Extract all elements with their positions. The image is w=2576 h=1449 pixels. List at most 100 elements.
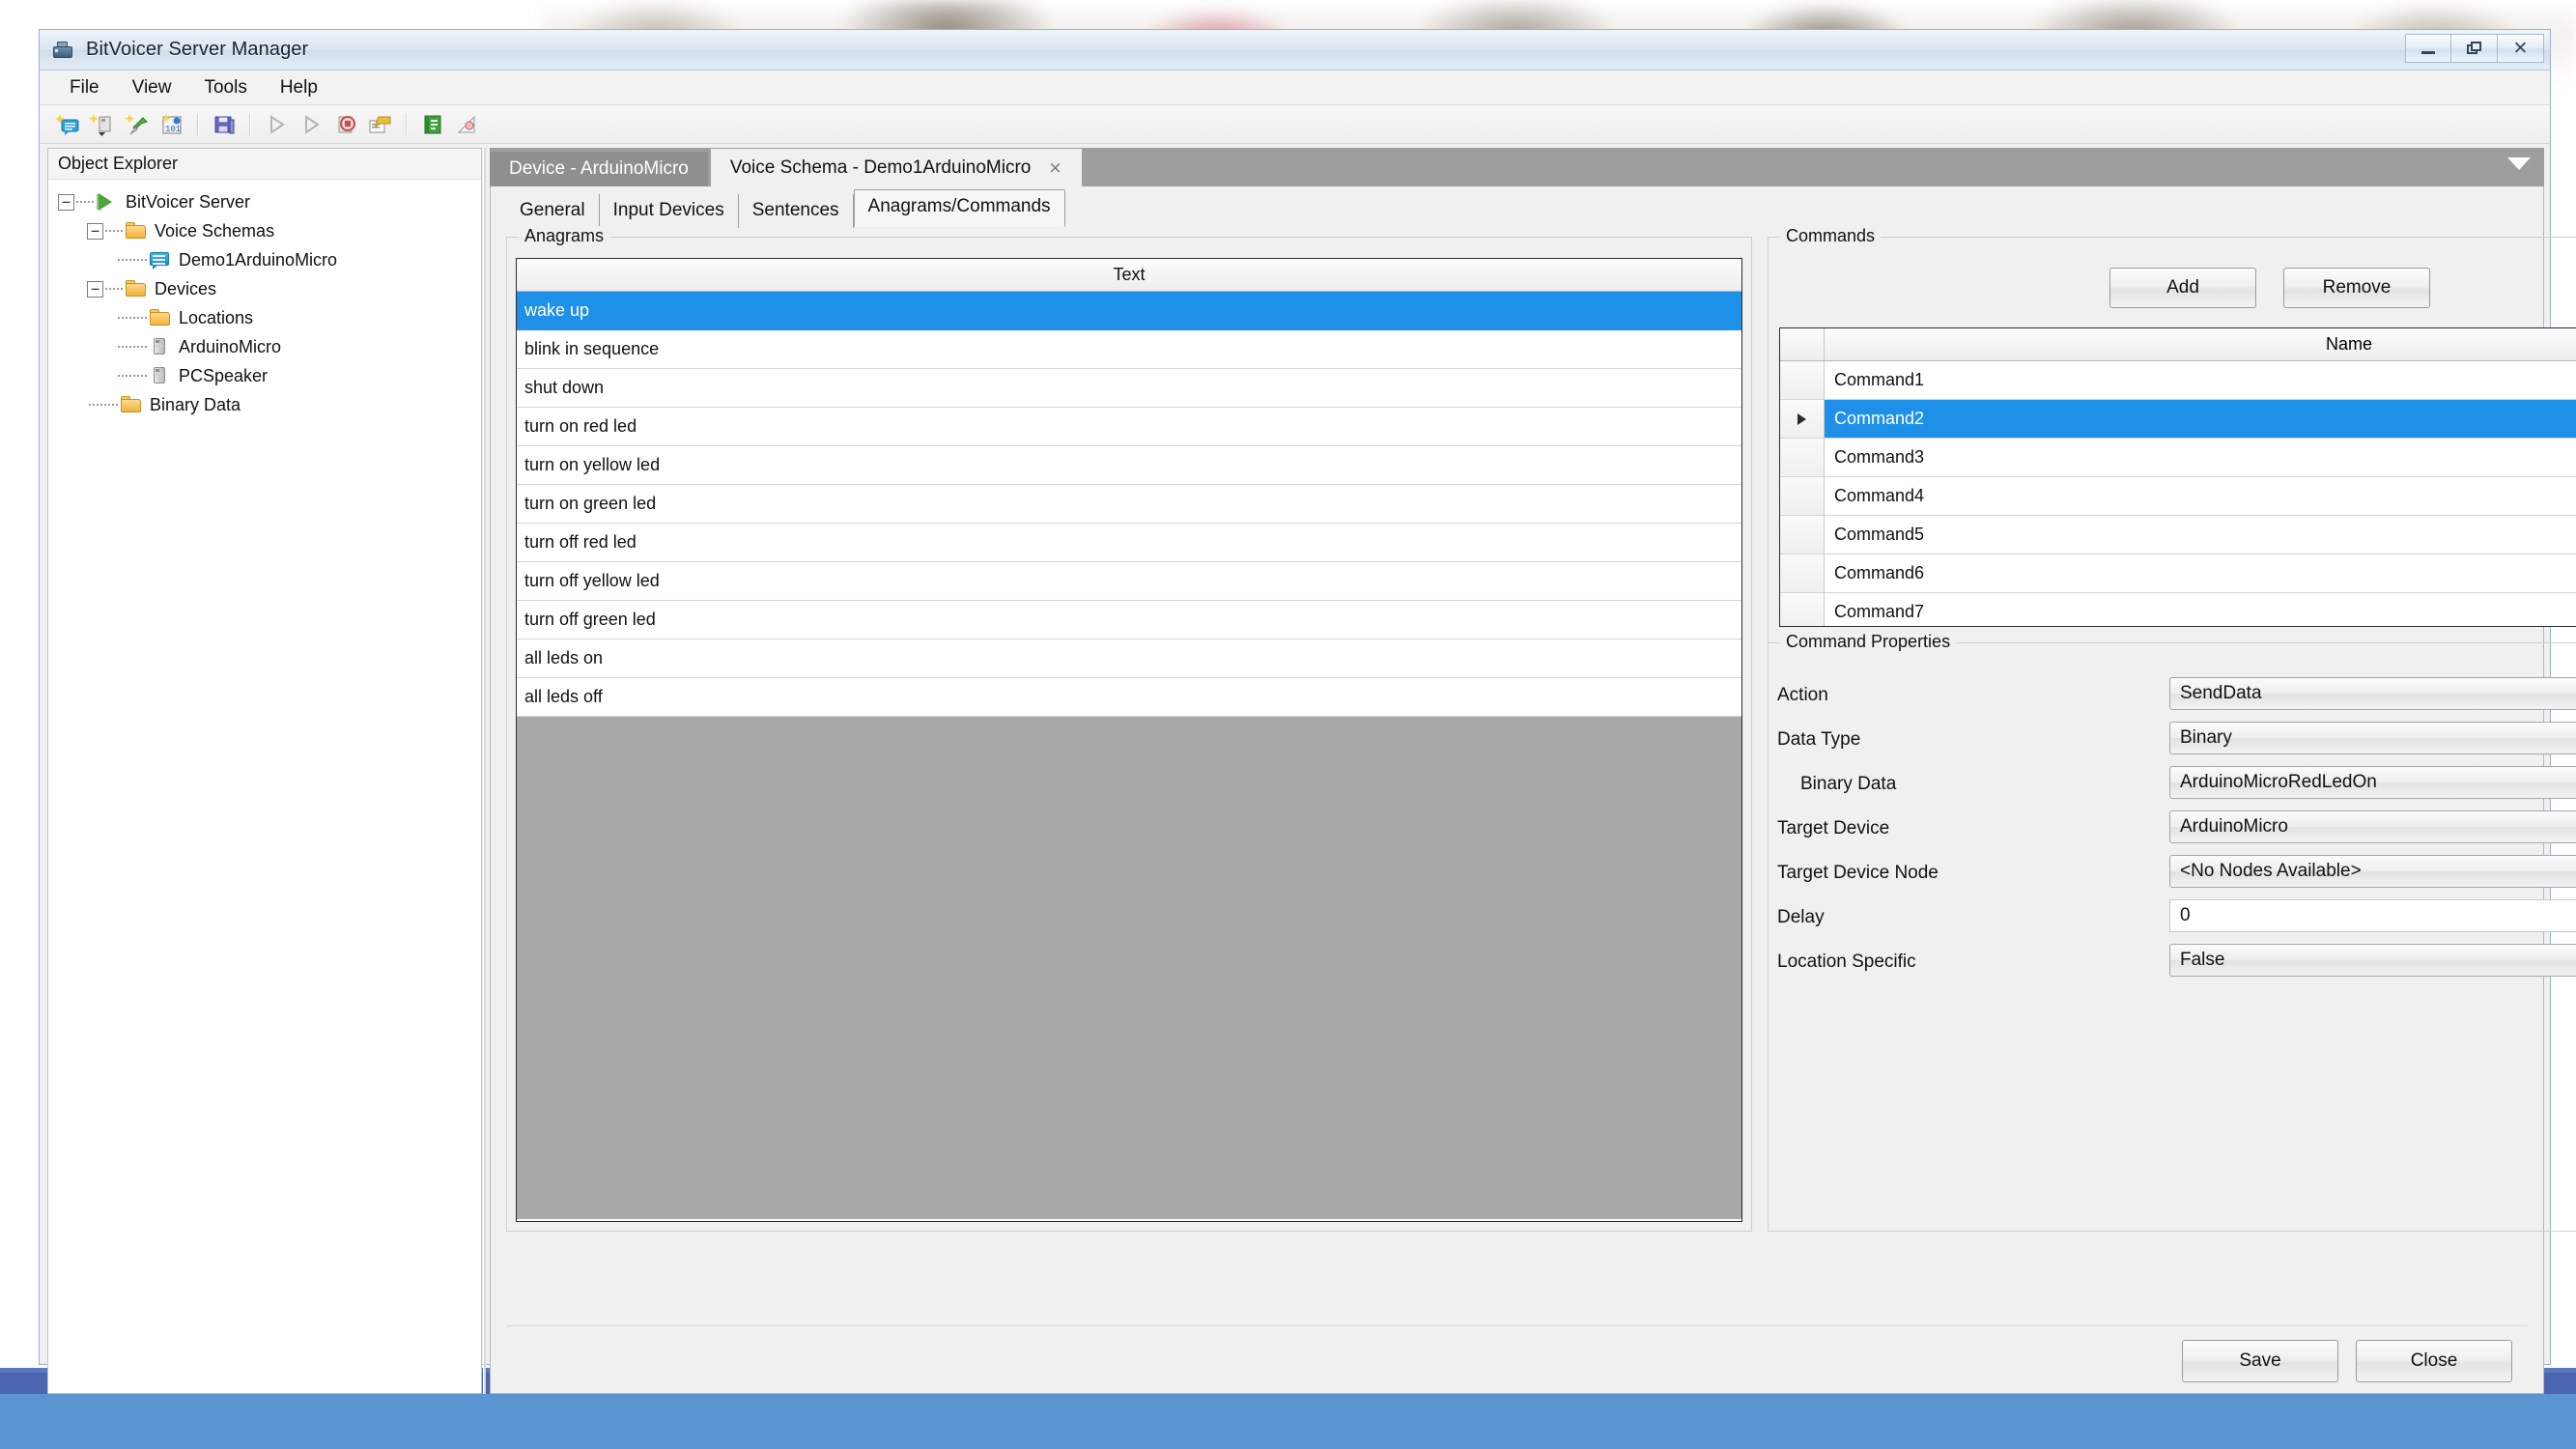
about-button[interactable] (451, 109, 484, 140)
tree-item-bitvoicer-server[interactable]: − BitVoicer Server (58, 187, 481, 216)
anagram-row[interactable]: all leds off (517, 678, 1741, 717)
monitor-button[interactable] (364, 109, 397, 140)
anagram-row[interactable]: turn on yellow led (517, 446, 1741, 485)
property-label: Target Device (1777, 818, 1890, 838)
command-row[interactable]: Command3 (1780, 439, 2576, 477)
stop-icon (338, 115, 355, 132)
tab-general[interactable]: General (506, 194, 600, 228)
save-button-footer[interactable]: Save (2182, 1340, 2338, 1382)
command-name[interactable]: Command6 (1825, 554, 2576, 592)
command-name[interactable]: Command1 (1825, 361, 2576, 399)
command-row[interactable]: Command7 (1780, 593, 2576, 626)
commands-grid[interactable]: Name Command1 Command2 Command3 Command4… (1779, 327, 2576, 627)
anagram-row[interactable]: blink in sequence (517, 330, 1741, 369)
command-name[interactable]: Command7 (1825, 593, 2576, 626)
close-icon[interactable]: × (1048, 158, 1062, 178)
minimize-button[interactable] (2405, 34, 2451, 63)
command-name[interactable]: Command5 (1825, 516, 2576, 554)
add-command-button[interactable]: Add (2109, 268, 2256, 308)
save-button[interactable] (208, 109, 241, 140)
tree-item-binary-data[interactable]: Binary Data (58, 390, 481, 419)
tree-item-pcspeaker[interactable]: PCSpeaker (58, 361, 481, 390)
menu-item-help[interactable]: Help (266, 72, 332, 103)
tab-sentences[interactable]: Sentences (739, 194, 854, 228)
action-combobox[interactable]: SendData (2169, 677, 2576, 710)
command-row[interactable]: Command5 (1780, 516, 2576, 554)
tree-item-demo1arduinomicro[interactable]: Demo1ArduinoMicro (58, 245, 481, 274)
anagram-row[interactable]: wake up (517, 292, 1741, 330)
play-button[interactable] (295, 109, 327, 140)
row-selector[interactable] (1780, 400, 1825, 438)
location-specific-combobox[interactable]: False (2169, 944, 2576, 977)
menu-item-tools[interactable]: Tools (189, 72, 261, 103)
anagram-row[interactable]: turn off yellow led (517, 562, 1741, 601)
commands-column-header-name[interactable]: Name (1825, 328, 2576, 360)
tree-expander[interactable]: − (58, 193, 74, 211)
command-name[interactable]: Command4 (1825, 477, 2576, 515)
binary-data-combobox[interactable]: ArduinoMicroRedLedOn (2169, 766, 2576, 799)
tab-anagrams-commands[interactable]: Anagrams/Commands (853, 189, 1065, 227)
stop-button[interactable] (329, 109, 362, 140)
remove-command-button[interactable]: Remove (2283, 268, 2430, 308)
splitter[interactable] (483, 148, 486, 1394)
anagram-row[interactable]: turn off red led (517, 524, 1741, 562)
anagram-row[interactable]: all leds on (517, 639, 1741, 678)
new-binary-data-icon: 101 (161, 113, 182, 134)
row-selector[interactable] (1780, 477, 1825, 515)
target-device-combobox[interactable]: ArduinoMicro (2169, 810, 2576, 843)
new-device-button[interactable] (86, 109, 119, 140)
command-row[interactable]: Command2 (1780, 400, 2576, 439)
document-body: General Input Devices Sentences Anagrams… (490, 186, 2576, 1394)
tree-expander[interactable]: − (87, 222, 103, 240)
anagram-row[interactable]: turn on red led (517, 408, 1741, 446)
chevron-down-icon[interactable] (2507, 157, 2531, 170)
new-voice-schema-button[interactable] (51, 109, 84, 140)
tree-item-label: Devices (155, 278, 217, 298)
new-voice-schema-icon (55, 113, 79, 135)
object-explorer-title: Object Explorer (48, 149, 481, 180)
delay-input[interactable]: 0 (2169, 899, 2576, 932)
tree-item-devices[interactable]: − Devices (58, 274, 481, 303)
log-button[interactable] (416, 109, 449, 140)
tree-expander[interactable]: − (87, 280, 103, 298)
row-selector[interactable] (1780, 439, 1825, 476)
anagrams-grid[interactable]: Text wake up blink in sequence shut down… (516, 258, 1742, 1222)
anagram-row[interactable]: turn off green led (517, 601, 1741, 639)
row-selector[interactable] (1780, 554, 1825, 592)
new-location-button[interactable] (121, 109, 154, 140)
property-label: Delay (1777, 907, 1825, 927)
menu-item-view[interactable]: View (118, 72, 186, 103)
command-row[interactable]: Command4 (1780, 477, 2576, 516)
restore-button[interactable] (2451, 34, 2498, 63)
app-icon (51, 40, 76, 61)
document-tab-device-arduinomicro[interactable]: Device - ArduinoMicro (490, 152, 708, 186)
command-name[interactable]: Command2 (1825, 400, 2576, 438)
row-selector[interactable] (1780, 593, 1825, 626)
row-selector[interactable] (1780, 361, 1825, 399)
minimize-icon (2421, 50, 2435, 54)
anagram-row[interactable]: shut down (517, 369, 1741, 408)
toolbar-separator (406, 112, 408, 136)
toolbar: 101 (40, 105, 2550, 144)
tree-item-arduinomicro[interactable]: ArduinoMicro (58, 332, 481, 361)
document-tab-label: Device - ArduinoMicro (509, 158, 689, 179)
close-button-footer[interactable]: Close (2356, 1340, 2512, 1382)
command-row[interactable]: Command6 (1780, 554, 2576, 593)
document-tab-strip: Device - ArduinoMicro Voice Schema - Dem… (490, 148, 2544, 186)
document-tab-voice-schema[interactable]: Voice Schema - Demo1ArduinoMicro × (709, 148, 1083, 186)
close-button[interactable]: ✕ (2498, 34, 2544, 63)
new-binary-data-button[interactable]: 101 (156, 109, 188, 140)
command-row[interactable]: Command1 (1780, 361, 2576, 400)
voice-schema-icon (149, 250, 172, 270)
start-button[interactable] (260, 109, 293, 140)
tree-item-locations[interactable]: Locations (58, 303, 481, 332)
anagrams-column-header-text[interactable]: Text (517, 259, 1741, 292)
menu-item-file[interactable]: File (55, 72, 114, 103)
tab-input-devices[interactable]: Input Devices (600, 194, 739, 228)
tree-item-voice-schemas[interactable]: − Voice Schemas (58, 216, 481, 245)
data-type-combobox[interactable]: Binary (2169, 722, 2576, 754)
command-name[interactable]: Command3 (1825, 439, 2576, 476)
anagram-row[interactable]: turn on green led (517, 485, 1741, 524)
target-device-node-combobox[interactable]: <No Nodes Available> (2169, 855, 2576, 888)
row-selector[interactable] (1780, 516, 1825, 554)
